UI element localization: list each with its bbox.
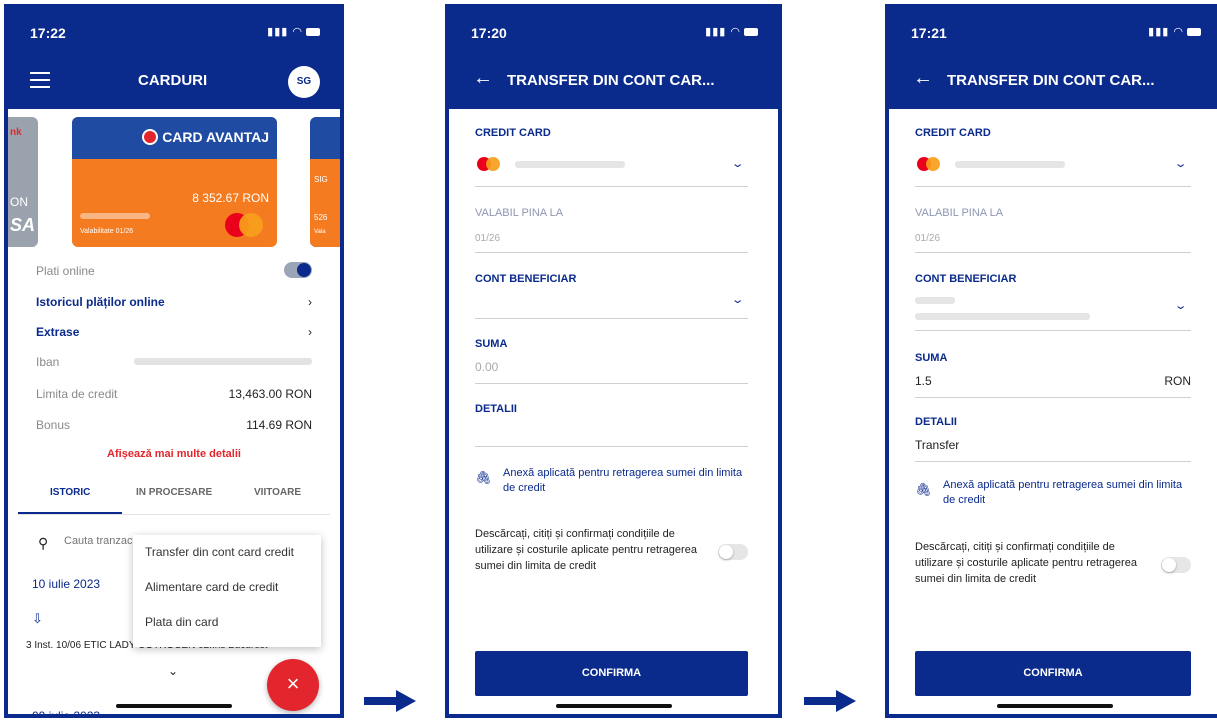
page-title: TRANSFER DIN CONT CAR... [507, 72, 715, 89]
top-app-bar: 17:21 ▮▮▮ ◠ ← TRANSFER DIN CONT CAR... [889, 8, 1217, 109]
status-time: 17:20 [471, 25, 507, 41]
confirm-button[interactable]: CONFIRMA [475, 651, 748, 696]
card-carousel-next[interactable]: SIG 526 Vala [310, 117, 340, 247]
date-header: 10 iulie 2023 [32, 577, 101, 591]
top-app-bar: 17:20 ▮▮▮ ◠ ← TRANSFER DIN CONT CAR... [449, 8, 778, 109]
search-input[interactable] [64, 535, 134, 547]
terms-text: Descărcați, citiți și confirmați condiți… [475, 528, 697, 572]
flow-arrow-icon [804, 690, 856, 712]
flow-arrow-icon [364, 690, 416, 712]
details-input[interactable]: DETALII [475, 403, 748, 447]
statements-link[interactable]: Extrase › [36, 325, 312, 339]
credit-limit-row: Limita de credit 13,463.00 RON [36, 387, 312, 401]
hamburger-menu-icon[interactable] [30, 72, 50, 88]
currency-label: RON [1164, 374, 1191, 388]
masked-card-number [955, 161, 1065, 168]
brand-logo-icon [142, 129, 159, 145]
status-icons: ▮▮▮ ◠ [267, 25, 320, 38]
card-balance: 8 352.67 RON [192, 191, 269, 205]
masked-account-name [915, 297, 955, 304]
status-icons: ▮▮▮ ◠ [1148, 25, 1201, 38]
iban-row: Iban [36, 355, 312, 369]
date-header: 09 iulie 2023 [32, 709, 101, 718]
active-tab-indicator [18, 512, 122, 514]
tab-processing[interactable]: IN PROCESARE [136, 487, 212, 498]
top-app-bar: 17:22 ▮▮▮ ◠ CARDURI SG [8, 8, 340, 109]
masked-account-number [915, 313, 1090, 320]
amount-input[interactable]: SUMA 1.5 RON [915, 352, 1191, 398]
transaction-tabs: ISTORIC IN PROCESARE VIITOARE [18, 487, 330, 515]
bonus-row: Bonus 114.69 RON [36, 418, 312, 432]
attachment-link[interactable]: 🖇 Anexă aplicată pentru retragerea sumei… [475, 466, 752, 496]
close-fab-button[interactable]: × [267, 659, 319, 711]
details-input[interactable]: DETALII Transfer [915, 416, 1191, 462]
arrow-down-icon: ⇩ [32, 611, 43, 626]
beneficiary-account-select[interactable]: CONT BENEFICIAR ⌄ [475, 273, 748, 319]
mastercard-logo-icon [477, 157, 505, 171]
screen-transfer-empty: 17:20 ▮▮▮ ◠ ← TRANSFER DIN CONT CAR... C… [445, 4, 782, 718]
show-more-details-link[interactable]: Afișează mai multe detalii [8, 448, 340, 460]
online-payments-toggle[interactable] [284, 262, 312, 278]
mastercard-logo-icon [225, 213, 269, 237]
page-title: CARDURI [138, 72, 208, 89]
terms-text: Descărcați, citiți și confirmați condiți… [915, 541, 1137, 585]
page-title: TRANSFER DIN CONT CAR... [947, 72, 1155, 89]
menu-item-card-payment[interactable]: Plata din card [133, 605, 321, 640]
card-brand: CARD AVANTAJ [142, 129, 269, 145]
terms-toggle[interactable] [1161, 557, 1191, 573]
tab-upcoming[interactable]: VIITOARE [254, 487, 301, 498]
home-indicator [116, 704, 232, 708]
home-indicator [555, 704, 672, 708]
online-history-link[interactable]: Istoricul plăților online › [36, 295, 312, 309]
tab-history[interactable]: ISTORIC [50, 487, 90, 498]
back-arrow-icon[interactable]: ← [913, 67, 933, 90]
masked-iban [134, 358, 312, 365]
status-time: 17:21 [911, 25, 947, 41]
chevron-down-icon: ⌄ [730, 158, 745, 170]
valid-until-field: VALABIL PINA LA 01/26 [475, 207, 748, 253]
attachment-link[interactable]: 🖇 Anexă aplicată pentru retragerea sumei… [915, 478, 1195, 508]
action-menu: Transfer din cont card credit Alimentare… [133, 535, 321, 647]
back-arrow-icon[interactable]: ← [473, 67, 493, 90]
paperclip-icon: 🖇 [915, 482, 932, 497]
beneficiary-account-select[interactable]: CONT BENEFICIAR ⌄ [915, 273, 1191, 331]
avatar[interactable]: SG [288, 66, 320, 98]
online-payments-row: Plati online [36, 262, 312, 278]
screen-transfer-filled: 17:21 ▮▮▮ ◠ ← TRANSFER DIN CONT CAR... C… [885, 4, 1217, 718]
chevron-right-icon: › [308, 325, 312, 339]
search-icon[interactable]: ⚲ [38, 535, 48, 552]
masked-card-number [80, 213, 150, 219]
card-carousel-prev[interactable]: nk ON SA [8, 117, 38, 247]
close-icon: × [286, 671, 300, 696]
amount-input[interactable]: SUMA 0.00 [475, 338, 748, 384]
menu-item-top-up-card[interactable]: Alimentare card de credit [133, 570, 321, 605]
chevron-right-icon: › [308, 295, 312, 309]
screen-cards: 17:22 ▮▮▮ ◠ CARDURI SG nk ON SA CARD AVA… [4, 4, 344, 718]
status-time: 17:22 [30, 25, 66, 41]
mastercard-logo-icon [917, 157, 945, 171]
menu-item-transfer-credit[interactable]: Transfer din cont card credit [133, 535, 321, 570]
masked-card-number [515, 161, 625, 168]
home-indicator [997, 704, 1113, 708]
credit-card-current[interactable]: CARD AVANTAJ 8 352.67 RON Valabilitate 0… [72, 117, 277, 247]
confirm-button[interactable]: CONFIRMA [915, 651, 1191, 696]
chevron-down-icon: ⌄ [730, 294, 745, 306]
card-validity: Valabilitate 01/26 [80, 228, 134, 235]
chevron-down-icon[interactable]: ⌄ [168, 664, 178, 678]
terms-toggle[interactable] [718, 544, 748, 560]
paperclip-icon: 🖇 [475, 470, 492, 485]
credit-card-select[interactable]: CREDIT CARD ⌄ [475, 127, 748, 187]
status-icons: ▮▮▮ ◠ [705, 25, 758, 38]
credit-card-select[interactable]: CREDIT CARD ⌄ [915, 127, 1191, 187]
chevron-down-icon: ⌄ [1173, 300, 1188, 312]
chevron-down-icon: ⌄ [1173, 158, 1188, 170]
valid-until-field: VALABIL PINA LA 01/26 [915, 207, 1191, 253]
